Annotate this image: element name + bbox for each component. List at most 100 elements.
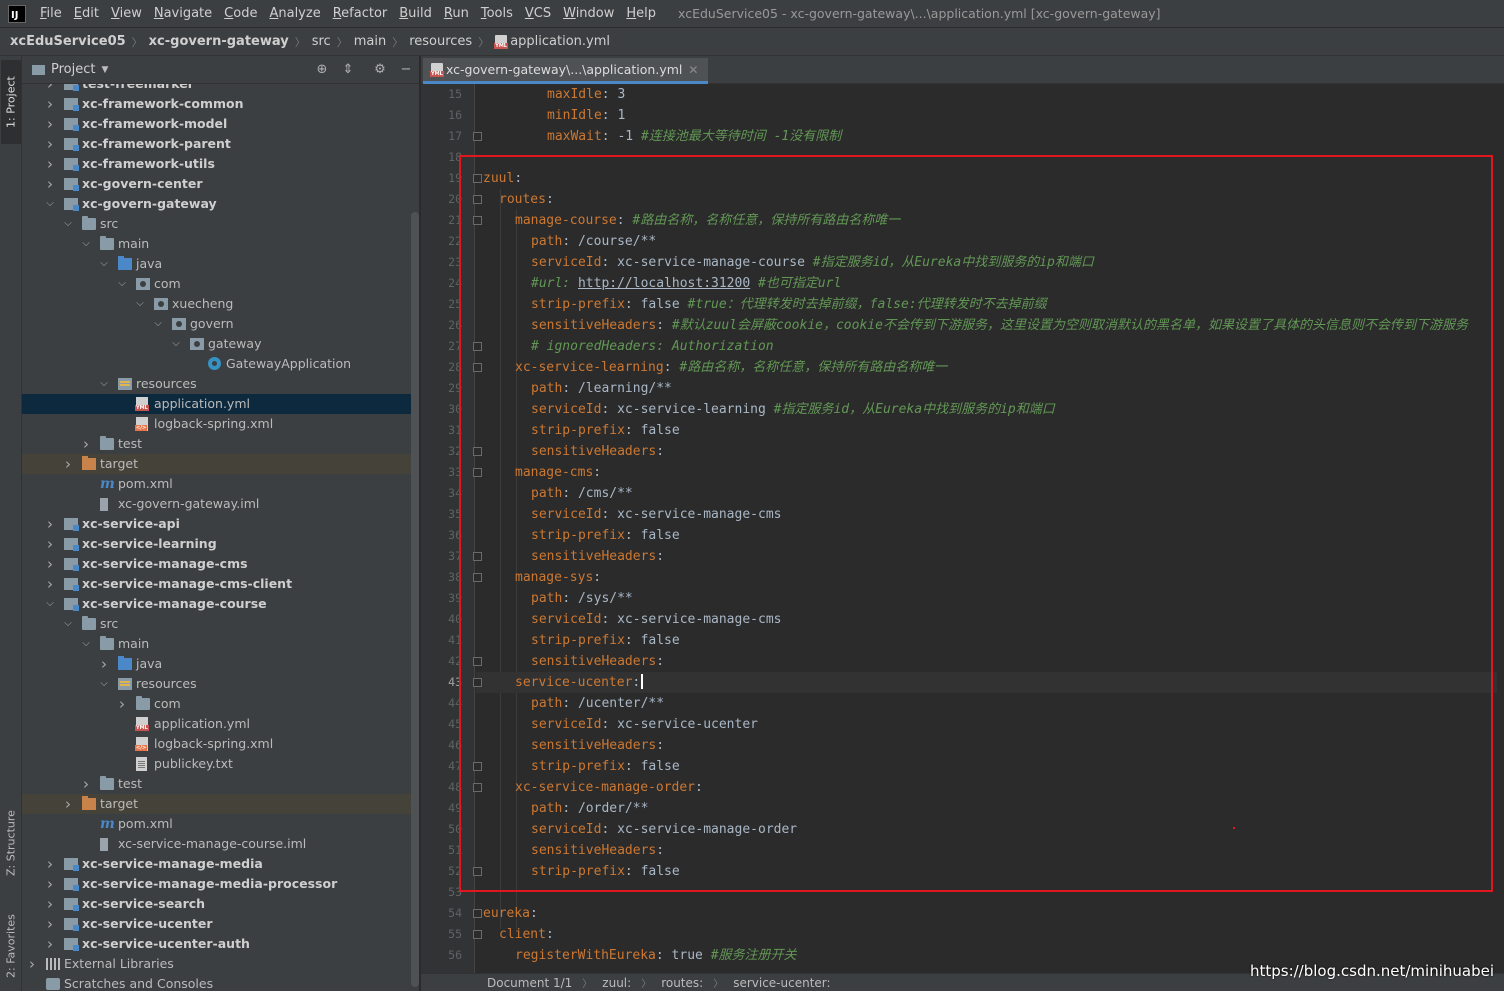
menu-view[interactable]: View [105,6,148,21]
tree-item[interactable]: › target [22,794,412,814]
menu-refactor[interactable]: Refactor [327,6,394,21]
code-line[interactable]: eureka: [483,903,538,924]
menu-vcs[interactable]: VCS [519,6,557,21]
code-line[interactable]: serviceId: xc-service-manage-cms [483,504,781,525]
chevron-down-icon[interactable]: ⌵ [152,314,164,334]
chevron-right-icon[interactable]: › [44,894,56,914]
code-line[interactable]: sensitiveHeaders: [483,546,664,567]
tree-item[interactable]: › xc-service-manage-media-processor [22,874,412,894]
status-breadcrumb-item[interactable]: zuul: [602,976,631,990]
tree-item[interactable]: › xc-framework-utils [22,154,412,174]
tree-item[interactable]: ⌵ resources [22,674,412,694]
code-line[interactable]: manage-course: #路由名称，名称任意，保持所有路由名称唯一 [483,210,900,231]
fold-marker-icon[interactable] [473,762,482,771]
tool-tab-structure[interactable]: Z: Structure [1,800,21,886]
code-line[interactable]: path: /course/** [483,231,656,252]
code-line[interactable]: path: /sys/** [483,588,633,609]
chevron-right-icon[interactable]: › [44,554,56,574]
gear-icon[interactable]: ⚙ [372,62,388,78]
fold-marker-icon[interactable] [473,783,482,792]
tree-item[interactable]: ⌵ resources [22,374,412,394]
tree-item[interactable]: m pom.xml [22,814,412,834]
status-breadcrumb-item[interactable]: service-ucenter: [733,976,830,990]
tree-item[interactable]: › xc-service-manage-cms [22,554,412,574]
fold-marker-icon[interactable] [473,468,482,477]
chevron-down-icon[interactable]: ⌵ [116,274,128,294]
fold-marker-icon[interactable] [473,216,482,225]
chevron-right-icon[interactable]: › [44,154,56,174]
chevron-down-icon[interactable]: ⌵ [80,634,92,654]
status-breadcrumb-item[interactable]: routes: [661,976,703,990]
code-line[interactable]: minIdle: 1 [483,105,625,126]
fold-marker-icon[interactable] [473,174,482,183]
minimize-icon[interactable]: − [398,62,414,78]
code-line[interactable]: # ignoredHeaders: Authorization [483,336,774,357]
fold-marker-icon[interactable] [473,867,482,876]
tree-item[interactable]: › target [22,454,412,474]
code-line[interactable]: registerWithEureka: true #服务注册开关 [483,945,797,966]
tree-item[interactable]: ⌵ java [22,254,412,274]
url-link[interactable]: http://localhost:31200 [578,276,750,291]
tree-item[interactable]: › xc-service-api [22,514,412,534]
tool-tab-project[interactable]: 1: Project [1,60,21,144]
tree-item[interactable]: ⌵ xuecheng [22,294,412,314]
chevron-down-icon[interactable]: ⌵ [44,594,56,614]
code-line[interactable]: path: /cms/** [483,483,633,504]
chevron-right-icon[interactable]: › [62,454,74,474]
tree-item[interactable]: › xc-govern-center [22,174,412,194]
chevron-down-icon[interactable]: ⌵ [62,614,74,634]
chevron-right-icon[interactable]: › [44,514,56,534]
code-line[interactable]: path: /ucenter/** [483,693,664,714]
project-view-selector[interactable]: Project [51,62,95,77]
menu-build[interactable]: Build [393,6,438,21]
code-line[interactable]: path: /order/** [483,798,648,819]
project-scrollbar[interactable] [411,212,419,987]
fold-marker-icon[interactable] [473,552,482,561]
tree-item[interactable]: › java [22,654,412,674]
code-line[interactable]: serviceId: xc-service-manage-order [483,819,797,840]
tree-item[interactable]: logback-spring.xml [22,734,412,754]
tree-item[interactable]: xc-govern-gateway.iml [22,494,412,514]
chevron-down-icon[interactable]: ⌵ [62,214,74,234]
menu-run[interactable]: Run [438,6,475,21]
menu-code[interactable]: Code [218,6,263,21]
tree-item[interactable]: › xc-service-ucenter-auth [22,934,412,954]
chevron-right-icon[interactable]: › [116,694,128,714]
tree-item[interactable]: › xc-service-manage-media [22,854,412,874]
tree-item[interactable]: › com [22,694,412,714]
code-line[interactable]: strip-prefix: false [483,525,680,546]
code-line[interactable]: sensitiveHeaders: [483,840,664,861]
fold-marker-icon[interactable] [473,195,482,204]
close-icon[interactable]: ✕ [688,63,698,77]
menu-file[interactable]: File [34,6,68,21]
code-line[interactable]: serviceId: xc-service-learning #指定服务id，从… [483,399,1055,420]
breadcrumb-item[interactable]: application.yml [510,34,610,49]
tree-item[interactable]: › xc-service-search [22,894,412,914]
fold-marker-icon[interactable] [473,930,482,939]
tree-item[interactable]: application.yml [22,714,412,734]
code-editor[interactable]: 15 16 17 18 19 20 21 22 23 24 25 26 27 28 29 30 31 32 33 34… [421,84,1504,973]
menu-edit[interactable]: Edit [68,6,105,21]
tool-tab-favorites[interactable]: 2: Favorites [1,904,21,988]
code-line[interactable]: strip-prefix: false [483,756,680,777]
code-line[interactable]: strip-prefix: false #true：代理转发时去掉前缀，fals… [483,294,1047,315]
chevron-right-icon[interactable]: › [44,174,56,194]
chevron-down-icon[interactable]: ⌵ [44,194,56,214]
menu-tools[interactable]: Tools [475,6,519,21]
chevron-down-icon[interactable]: ⌵ [98,254,110,274]
fold-marker-icon[interactable] [473,342,482,351]
code-line[interactable]: strip-prefix: false [483,861,680,882]
tree-item[interactable]: › External Libraries [22,954,412,974]
tree-item[interactable]: › xc-service-learning [22,534,412,554]
chevron-right-icon[interactable]: › [44,134,56,154]
chevron-right-icon[interactable]: › [62,794,74,814]
breadcrumb-item[interactable]: xc-govern-gateway [149,34,289,49]
code-line[interactable]: serviceId: xc-service-manage-cms [483,609,781,630]
code-line[interactable]: client: [483,924,554,945]
menu-analyze[interactable]: Analyze [263,6,326,21]
fold-marker-icon[interactable] [473,363,482,372]
chevron-right-icon[interactable]: › [80,434,92,454]
tree-item[interactable]: application.yml [22,394,412,414]
chevron-right-icon[interactable]: › [44,94,56,114]
status-breadcrumb-item[interactable]: Document 1/1 [487,976,572,990]
